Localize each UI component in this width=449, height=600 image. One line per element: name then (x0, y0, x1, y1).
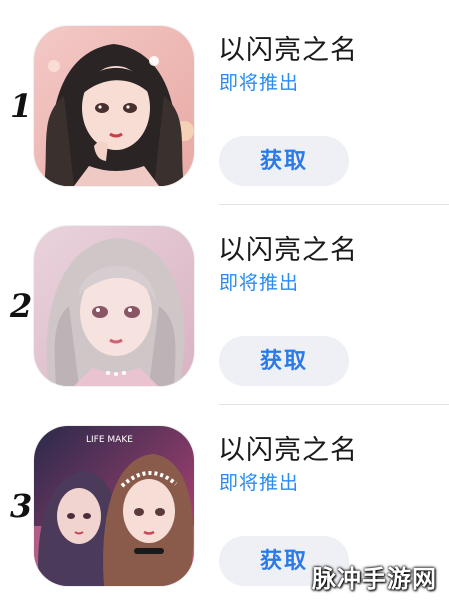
app-title[interactable]: 以闪亮之名 (218, 28, 358, 67)
rank-number: 2 (10, 287, 33, 325)
app-subtitle: 即将推出 (219, 272, 300, 294)
app-list-item-1[interactable]: 1 以闪亮之名 即将推出 获取 (0, 18, 449, 208)
portrait-1-icon (34, 26, 194, 186)
app-title[interactable]: 以闪亮之名 (218, 428, 358, 467)
get-button[interactable]: 获取 (219, 136, 349, 186)
divider (219, 204, 449, 205)
divider (219, 404, 449, 405)
rank-number: 3 (10, 487, 33, 525)
watermark: 脉冲手游网 (312, 565, 437, 593)
get-button[interactable]: 获取 (219, 336, 349, 386)
portrait-duo-icon: LIFE MAKE (34, 426, 194, 586)
portrait-2-icon (34, 226, 194, 386)
app-subtitle: 即将推出 (219, 472, 300, 494)
app-list-item-2[interactable]: 2 以闪亮之名 即将推出 获取 (0, 218, 449, 408)
app-subtitle: 即将推出 (219, 72, 300, 94)
rank-number: 1 (10, 87, 33, 125)
app-list-page: 1 以闪亮之名 即将推出 获取 2 以闪亮之名 即将推出 获取 3 LIFE M… (0, 0, 449, 600)
app-title[interactable]: 以闪亮之名 (218, 228, 358, 267)
app-icon-character-portrait-2[interactable] (34, 226, 194, 386)
app-icon-character-duo-3[interactable]: LIFE MAKE (34, 426, 194, 586)
icon-caption: LIFE MAKE (86, 435, 133, 445)
app-icon-character-portrait-1[interactable] (34, 26, 194, 186)
